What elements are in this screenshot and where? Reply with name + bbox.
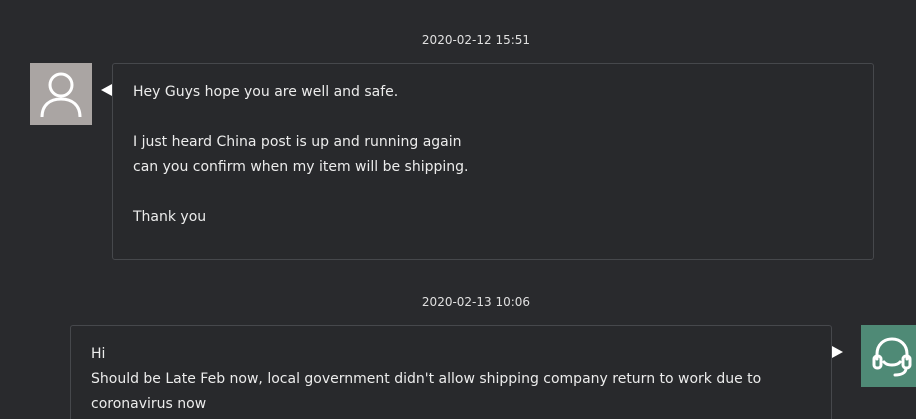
- message-line: Hi: [91, 346, 106, 362]
- message-line: [133, 180, 853, 205]
- message-line: Hey Guys hope you are well and safe.: [133, 84, 399, 100]
- customer-avatar: [30, 63, 92, 125]
- message-timestamp: 2020-02-12 15:51: [421, 33, 531, 47]
- message-timestamp: 2020-02-13 10:06: [421, 295, 531, 309]
- bubble-pointer: [101, 84, 112, 96]
- support-avatar: [861, 325, 916, 387]
- bubble-pointer: [832, 346, 843, 358]
- headset-icon: [872, 337, 912, 377]
- message-line: coronavirus now: [91, 396, 207, 412]
- user-icon: [40, 72, 82, 118]
- message-line: can you confirm when my item will be shi…: [133, 159, 469, 175]
- message-line: Thank you: [133, 209, 207, 225]
- message-line: I just heard China post is up and runnin…: [133, 134, 462, 150]
- message-line: [133, 105, 853, 130]
- message-line: Should be Late Feb now, local government…: [91, 371, 762, 387]
- support-message-bubble: Hi Should be Late Feb now, local governm…: [70, 325, 832, 419]
- customer-message-bubble: Hey Guys hope you are well and safe. I j…: [112, 63, 874, 260]
- chat-thread: 2020-02-12 15:51 Hey Guys hope you are w…: [0, 0, 916, 419]
